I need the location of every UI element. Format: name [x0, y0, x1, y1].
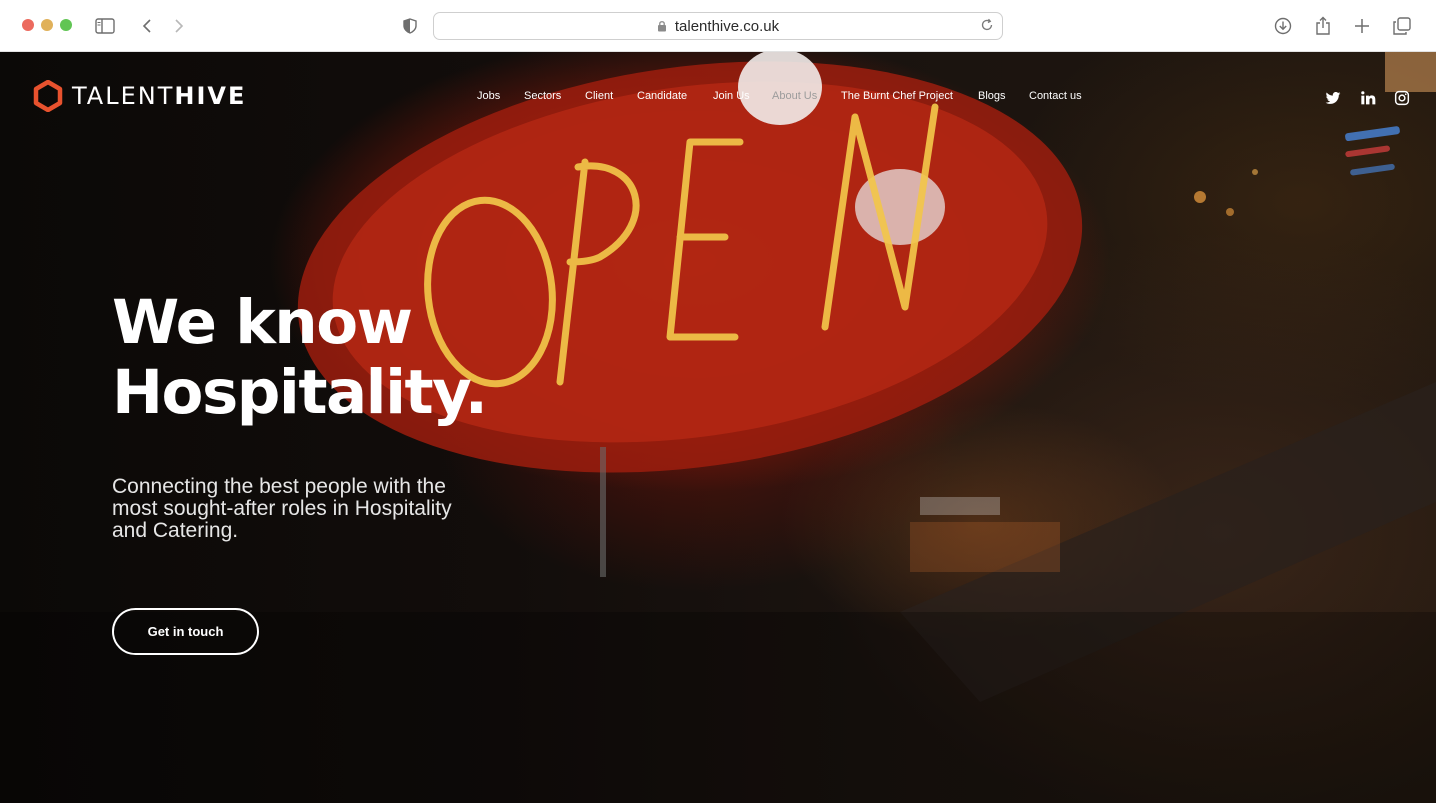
hexagon-logo-icon: [33, 80, 63, 112]
new-tab-icon[interactable]: [1353, 14, 1371, 38]
twitter-icon[interactable]: [1325, 90, 1341, 106]
reload-icon[interactable]: [980, 18, 994, 37]
address-bar[interactable]: talenthive.co.uk: [433, 12, 1003, 40]
headline-line-1: We know: [112, 287, 413, 358]
instagram-icon[interactable]: [1394, 90, 1410, 106]
hero-section: TALENTHIVE Jobs Sectors Client Candidate…: [0, 52, 1436, 803]
hero-headline: We know Hospitality.: [112, 288, 632, 428]
privacy-shield-icon[interactable]: [402, 14, 418, 38]
nav-blogs[interactable]: Blogs: [978, 90, 1006, 102]
linkedin-icon[interactable]: [1360, 90, 1376, 106]
hero-subtext: Connecting the best people with the most…: [112, 475, 452, 542]
downloads-icon[interactable]: [1273, 14, 1293, 38]
nav-about-us[interactable]: About Us: [772, 90, 817, 102]
browser-toolbar: talenthive.co.uk: [0, 0, 1436, 52]
nav-candidate[interactable]: Candidate: [637, 90, 687, 102]
url-text: talenthive.co.uk: [674, 17, 780, 35]
get-in-touch-button[interactable]: Get in touch: [112, 608, 259, 655]
back-icon[interactable]: [140, 14, 154, 38]
headline-line-2: Hospitality.: [112, 357, 488, 428]
nav-sectors[interactable]: Sectors: [524, 90, 561, 102]
forward-icon[interactable]: [172, 14, 186, 38]
nav-burnt-chef-project[interactable]: The Burnt Chef Project: [841, 90, 953, 102]
nav-join-us[interactable]: Join Us: [713, 90, 750, 102]
talenthive-logo[interactable]: TALENTHIVE: [32, 80, 246, 112]
nav-contact-us[interactable]: Contact us: [1029, 90, 1082, 102]
lock-icon: [657, 21, 666, 32]
zoom-window-button[interactable]: [60, 19, 72, 31]
nav-client[interactable]: Client: [585, 90, 613, 102]
logo-wordmark: TALENTHIVE: [72, 82, 247, 110]
tab-overview-icon[interactable]: [1392, 14, 1412, 38]
minimize-window-button[interactable]: [41, 19, 53, 31]
close-window-button[interactable]: [22, 19, 34, 31]
share-icon[interactable]: [1314, 14, 1332, 38]
sidebar-icon[interactable]: [94, 14, 116, 38]
nav-jobs[interactable]: Jobs: [477, 90, 500, 102]
